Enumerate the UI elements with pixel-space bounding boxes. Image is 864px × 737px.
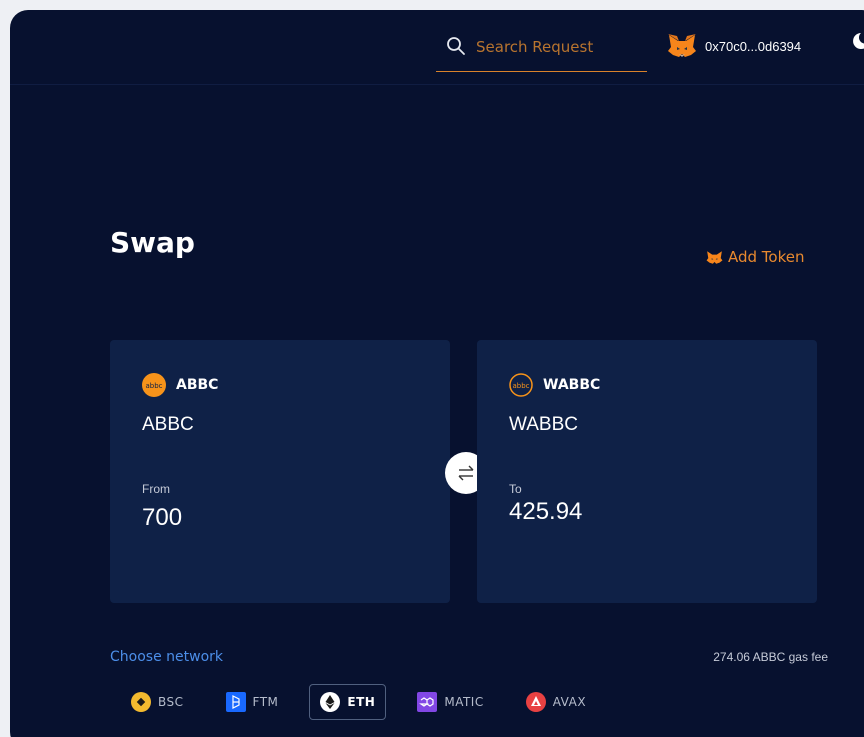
network-option-matic[interactable]: MATIC — [406, 684, 494, 720]
to-label: To — [509, 482, 522, 496]
bsc-icon — [131, 692, 151, 712]
to-token-name: WABBC — [509, 414, 578, 435]
from-token-name: ABBC — [142, 414, 194, 435]
network-label: AVAX — [552, 695, 587, 709]
search-input[interactable] — [476, 36, 636, 58]
avax-icon — [525, 692, 546, 712]
metamask-fox-icon — [706, 250, 723, 264]
to-token-card[interactable]: abbc WABBC WABBC To 425.94 — [477, 340, 817, 603]
from-label: From — [142, 482, 170, 496]
to-token-symbol: WABBC — [543, 377, 601, 393]
network-label: MATIC — [444, 695, 484, 709]
search-icon — [447, 37, 465, 55]
page-title: Swap — [110, 226, 195, 259]
from-token-card[interactable]: abbc ABBC ABBC From 700 — [110, 340, 450, 603]
network-option-eth[interactable]: ETH — [309, 684, 387, 720]
swap-arrows-icon — [458, 465, 474, 481]
svg-text:abbc: abbc — [512, 382, 529, 390]
gas-fee: 274.06 ABBC gas fee — [713, 650, 828, 664]
ftm-icon — [225, 692, 246, 712]
network-label: ETH — [347, 695, 376, 709]
add-token-button[interactable]: Add Token — [706, 248, 805, 266]
network-option-bsc[interactable]: BSC — [120, 684, 195, 720]
svg-text:abbc: abbc — [145, 382, 162, 390]
wabbc-token-icon: abbc — [509, 373, 533, 397]
add-token-label: Add Token — [728, 248, 805, 266]
metamask-fox-icon — [668, 34, 696, 57]
eth-icon — [320, 692, 341, 712]
moon-icon[interactable] — [852, 32, 864, 50]
wallet-button[interactable]: 0x70c0...0d6394 — [667, 32, 801, 60]
choose-network-label: Choose network — [110, 649, 223, 665]
from-token-symbol: ABBC — [176, 377, 219, 393]
network-option-ftm[interactable]: FTM — [215, 684, 290, 720]
app-window: 0x70c0...0d6394 Swap Add Token abbc ABBC… — [10, 10, 864, 737]
abbc-token-icon: abbc — [142, 373, 166, 397]
to-amount: 425.94 — [509, 498, 583, 525]
network-label: BSC — [158, 695, 184, 709]
from-amount[interactable]: 700 — [142, 504, 182, 532]
network-label: FTM — [252, 695, 279, 709]
network-selector: BSC FTM ETH MATIC AVAX — [120, 684, 617, 720]
wallet-address: 0x70c0...0d6394 — [705, 38, 802, 54]
matic-icon — [417, 692, 438, 712]
top-bar: 0x70c0...0d6394 — [10, 10, 864, 85]
search-box[interactable] — [436, 28, 647, 72]
from-token-selector[interactable]: abbc ABBC — [142, 373, 218, 397]
network-option-avax[interactable]: AVAX — [515, 684, 597, 720]
to-token-selector[interactable]: abbc WABBC — [509, 373, 600, 397]
